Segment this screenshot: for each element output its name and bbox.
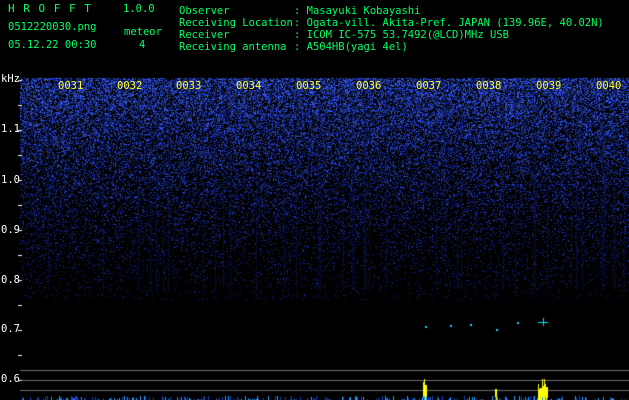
time-label-0039: 0039: [536, 80, 562, 92]
time-label-0035: 0035: [296, 80, 322, 92]
location-label: Receiving Location: [179, 17, 293, 29]
time-label-0040: 0040: [596, 80, 622, 92]
receiver-label: Receiver: [179, 29, 230, 41]
time-label-0036: 0036: [356, 80, 382, 92]
time-label-0037: 0037: [416, 80, 442, 92]
meteor-count: 4: [139, 39, 146, 51]
freq-label-1-1: 1.1: [1, 123, 20, 135]
app-version: 1.0.0: [123, 3, 155, 15]
freq-unit-label: kHz: [1, 73, 20, 85]
freq-label-0-6: 0.6: [1, 373, 20, 385]
receiver-value: : ICOM IC-575 53.7492(@LCD)MHz USB: [294, 29, 509, 41]
time-label-0031: 0031: [58, 80, 84, 92]
time-label-0033: 0033: [176, 80, 202, 92]
time-label-0032: 0032: [117, 80, 143, 92]
freq-label-0-8: 0.8: [1, 274, 20, 286]
observer-value: : Masayuki Kobayashi: [294, 5, 421, 17]
location-value: : Ogata-vill. Akita-Pref. JAPAN (139.96E…: [294, 17, 604, 29]
meteor-label: meteor: [124, 26, 162, 38]
datetime: 05.12.22 00:30: [8, 39, 97, 51]
antenna-label: Receiving antenna: [179, 41, 287, 53]
filename: 0512220030.png: [8, 21, 97, 33]
time-label-0034: 0034: [236, 80, 262, 92]
antenna-value: : A504HB(yagi 4el): [294, 41, 408, 53]
freq-label-0-9: 0.9: [1, 224, 20, 236]
spectrogram-canvas: [0, 0, 629, 400]
app-name: H R O F F T: [8, 2, 92, 15]
observer-label: Observer: [179, 5, 230, 17]
freq-label-0-7: 0.7: [1, 323, 20, 335]
time-label-0038: 0038: [476, 80, 502, 92]
freq-label-1-0: 1.0: [1, 174, 20, 186]
